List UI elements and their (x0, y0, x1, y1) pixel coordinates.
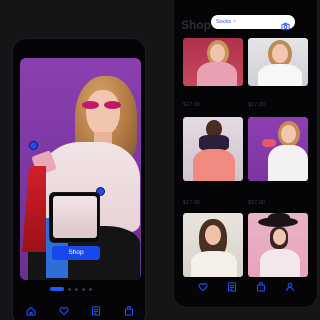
product-image[interactable] (248, 38, 308, 86)
filter-chip-socks[interactable]: Socks × (216, 19, 236, 25)
carousel-dot-active[interactable] (50, 287, 64, 291)
carousel-dot[interactable] (89, 287, 92, 291)
receipt-icon[interactable] (226, 281, 238, 293)
search-input[interactable]: Socks × (211, 15, 295, 30)
camera-search-icon[interactable] (281, 18, 290, 30)
product-price: $17.00 (248, 200, 265, 206)
product-hotspot-bag[interactable] (29, 141, 38, 150)
heart-icon[interactable] (197, 281, 209, 293)
bottom-nav (174, 278, 317, 296)
shop-button[interactable]: Shop (52, 246, 100, 260)
heart-icon[interactable] (58, 305, 70, 317)
bag-icon[interactable] (255, 281, 267, 293)
page-title: Shop (181, 18, 211, 32)
chip-remove-icon[interactable]: × (233, 19, 236, 25)
sunglasses (82, 101, 124, 109)
product-price: $17.00 (183, 200, 200, 206)
product-image[interactable] (248, 213, 308, 277)
product-image[interactable] (183, 117, 243, 181)
carousel-dot[interactable] (82, 287, 85, 291)
product-image[interactable] (183, 38, 243, 86)
showcase-canvas: Shop Shop Socks × $17.00 $17.00 $17.00 $… (0, 0, 318, 320)
filter-chip-label: Socks (216, 19, 231, 25)
product-price: $17.00 (248, 102, 265, 108)
product-image[interactable] (248, 117, 308, 181)
phone-home-screen: Shop (12, 38, 146, 320)
carousel-dot[interactable] (68, 287, 71, 291)
phone-shop-screen: Shop Socks × $17.00 $17.00 $17.00 $17.00 (173, 0, 318, 308)
product-image[interactable] (183, 213, 243, 277)
product-thumbnail (53, 196, 97, 238)
carousel-dot[interactable] (75, 287, 78, 291)
bag-icon[interactable] (123, 305, 135, 317)
receipt-icon[interactable] (90, 305, 102, 317)
model-face (86, 90, 120, 136)
bottom-nav (13, 301, 145, 320)
hotspot-product-card[interactable] (49, 192, 100, 243)
profile-icon[interactable] (284, 281, 296, 293)
carousel-indicator[interactable] (50, 287, 92, 291)
product-price: $17.00 (183, 102, 200, 108)
home-icon[interactable] (25, 305, 37, 317)
shopping-bag-red (22, 166, 46, 252)
